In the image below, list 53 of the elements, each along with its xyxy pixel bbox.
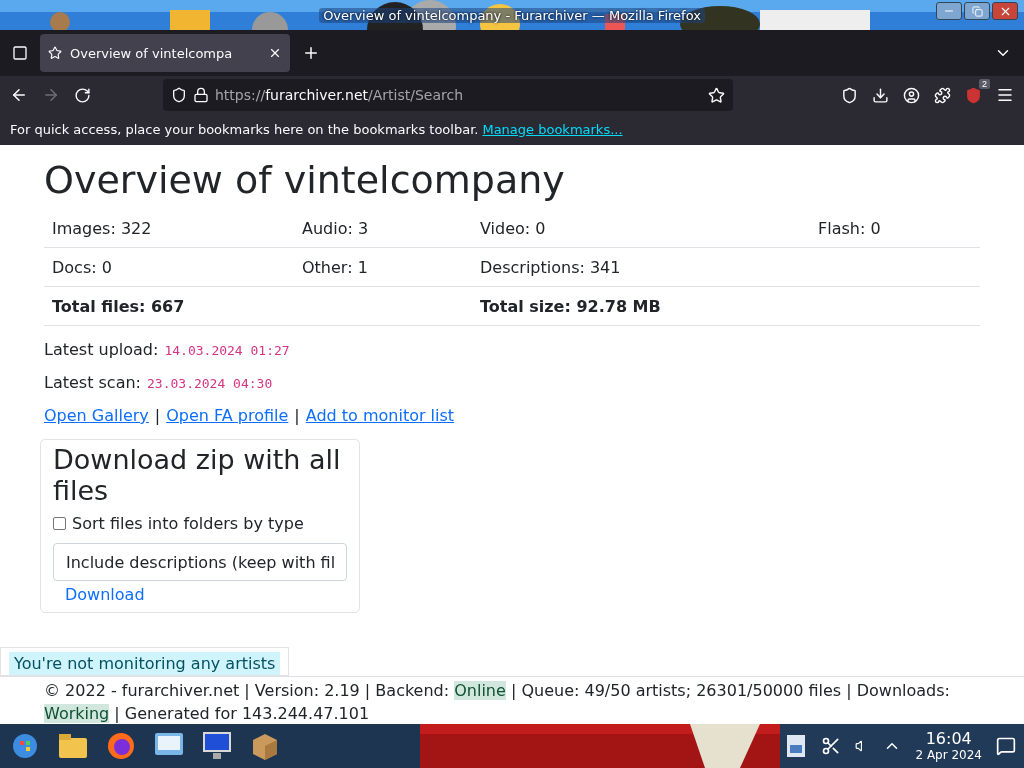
card-heading: Download zip with all files <box>53 444 342 506</box>
stat-cell: Flash: 0 <box>810 209 980 248</box>
lock-icon <box>193 87 209 103</box>
restore-icon <box>971 5 983 17</box>
page-heading: Overview of vintelcompany <box>44 157 566 203</box>
page-link[interactable]: Open Gallery <box>44 406 149 425</box>
stat-cell: Descriptions: 341 <box>472 248 980 287</box>
stat-cell: Images: 322 <box>44 209 294 248</box>
window-title: Overview of vintelcompany - Furarchiver — Mozilla Firefox <box>319 7 705 23</box>
start-orb-icon <box>12 733 38 759</box>
checkbox-label: Sort files into folders by type <box>72 514 304 533</box>
notifications-icon[interactable] <box>996 736 1016 756</box>
shield-icon <box>965 86 982 104</box>
date-value: 14.03.2024 01:27 <box>164 343 290 358</box>
page-link[interactable]: Open FA profile <box>166 406 289 425</box>
square-icon <box>12 45 28 61</box>
download-icon <box>872 86 889 104</box>
checkbox[interactable] <box>53 517 66 530</box>
link-separator: | <box>294 406 300 425</box>
descriptions-select[interactable]: Include descriptions (keep with fil <box>53 543 347 581</box>
download-button[interactable]: Download <box>53 585 157 604</box>
address-bar[interactable]: https://furarchiver.net/Artist/Search <box>163 79 733 111</box>
forward-arrow-icon <box>42 86 60 104</box>
count-badge: 2 <box>979 78 990 89</box>
toast-message: You're not monitoring any artists <box>9 652 281 675</box>
stat-cell: Other: 1 <box>294 248 472 287</box>
star-icon <box>708 86 725 104</box>
close-tab-icon[interactable] <box>268 46 282 60</box>
date-label: Latest scan: <box>44 373 141 392</box>
menu-icon <box>996 86 1014 104</box>
page-link[interactable]: Add to monitor list <box>305 406 455 425</box>
date-value: 23.03.2024 04:30 <box>147 376 273 391</box>
stat-cell: Docs: 0 <box>44 248 294 287</box>
document-tray-icon[interactable] <box>787 735 808 757</box>
stat-cell: Total files: 667 <box>44 287 472 326</box>
plus-icon <box>302 44 320 62</box>
site-icon <box>48 46 62 60</box>
browser-tab[interactable]: Overview of vintelcompa <box>40 34 290 72</box>
maximize-button[interactable] <box>964 2 990 20</box>
stat-cell: Audio: 3 <box>294 209 472 248</box>
link-separator: | <box>154 406 161 425</box>
reload-icon <box>74 86 91 104</box>
stat-cell: Video: 0 <box>472 209 810 248</box>
account-icon <box>903 86 920 104</box>
date-label: Latest upload: <box>44 340 159 359</box>
minimize-button[interactable] <box>936 2 962 20</box>
puzzle-icon <box>934 86 951 104</box>
bookmarks-hint: For quick access, place your bookmarks here on the bookmarks toolbar. <box>10 122 479 137</box>
manage-bookmarks-link[interactable]: Manage bookmarks... <box>482 122 623 137</box>
clock[interactable]: 16:04 2 Apr 2024 <box>915 730 982 762</box>
shield-icon <box>171 87 187 103</box>
close-button[interactable] <box>992 2 1018 20</box>
stat-cell: Total size: 92.78 MB <box>472 287 980 326</box>
